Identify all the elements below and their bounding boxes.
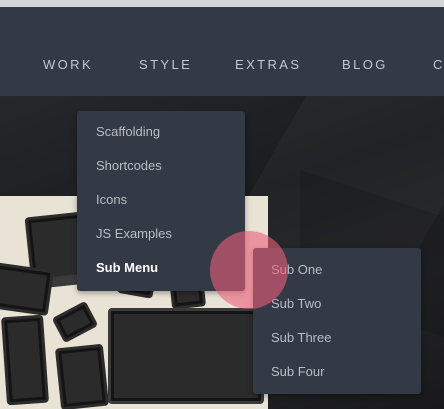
nav-item-style[interactable]: STYLE <box>139 57 192 72</box>
main-navbar: WORK STYLE EXTRAS BLOG C <box>0 7 444 96</box>
nav-item-extras[interactable]: EXTRAS <box>235 57 301 72</box>
browser-top-strip <box>0 0 444 7</box>
monitor-image <box>108 308 264 404</box>
nav-item-blog[interactable]: BLOG <box>342 57 388 72</box>
extras-dropdown-menu: Scaffolding Shortcodes Icons JS Examples… <box>77 111 245 291</box>
menu-item-shortcodes[interactable]: Shortcodes <box>96 158 162 173</box>
tablet-image <box>54 343 110 409</box>
phone-image <box>51 300 99 344</box>
submenu-item-sub-one[interactable]: Sub One <box>271 262 322 277</box>
nav-item-truncated[interactable]: C <box>433 57 444 72</box>
tablet-image <box>0 261 54 317</box>
menu-item-scaffolding[interactable]: Scaffolding <box>96 124 160 139</box>
submenu-item-sub-four[interactable]: Sub Four <box>271 364 324 379</box>
phone-image <box>0 314 50 406</box>
sub-menu-flyout: Sub One Sub Two Sub Three Sub Four <box>253 248 421 394</box>
nav-item-work[interactable]: WORK <box>43 57 93 72</box>
menu-item-icons[interactable]: Icons <box>96 192 127 207</box>
menu-item-sub-menu[interactable]: Sub Menu <box>96 260 158 275</box>
menu-item-js-examples[interactable]: JS Examples <box>96 226 172 241</box>
submenu-item-sub-two[interactable]: Sub Two <box>271 296 321 311</box>
submenu-item-sub-three[interactable]: Sub Three <box>271 330 331 345</box>
